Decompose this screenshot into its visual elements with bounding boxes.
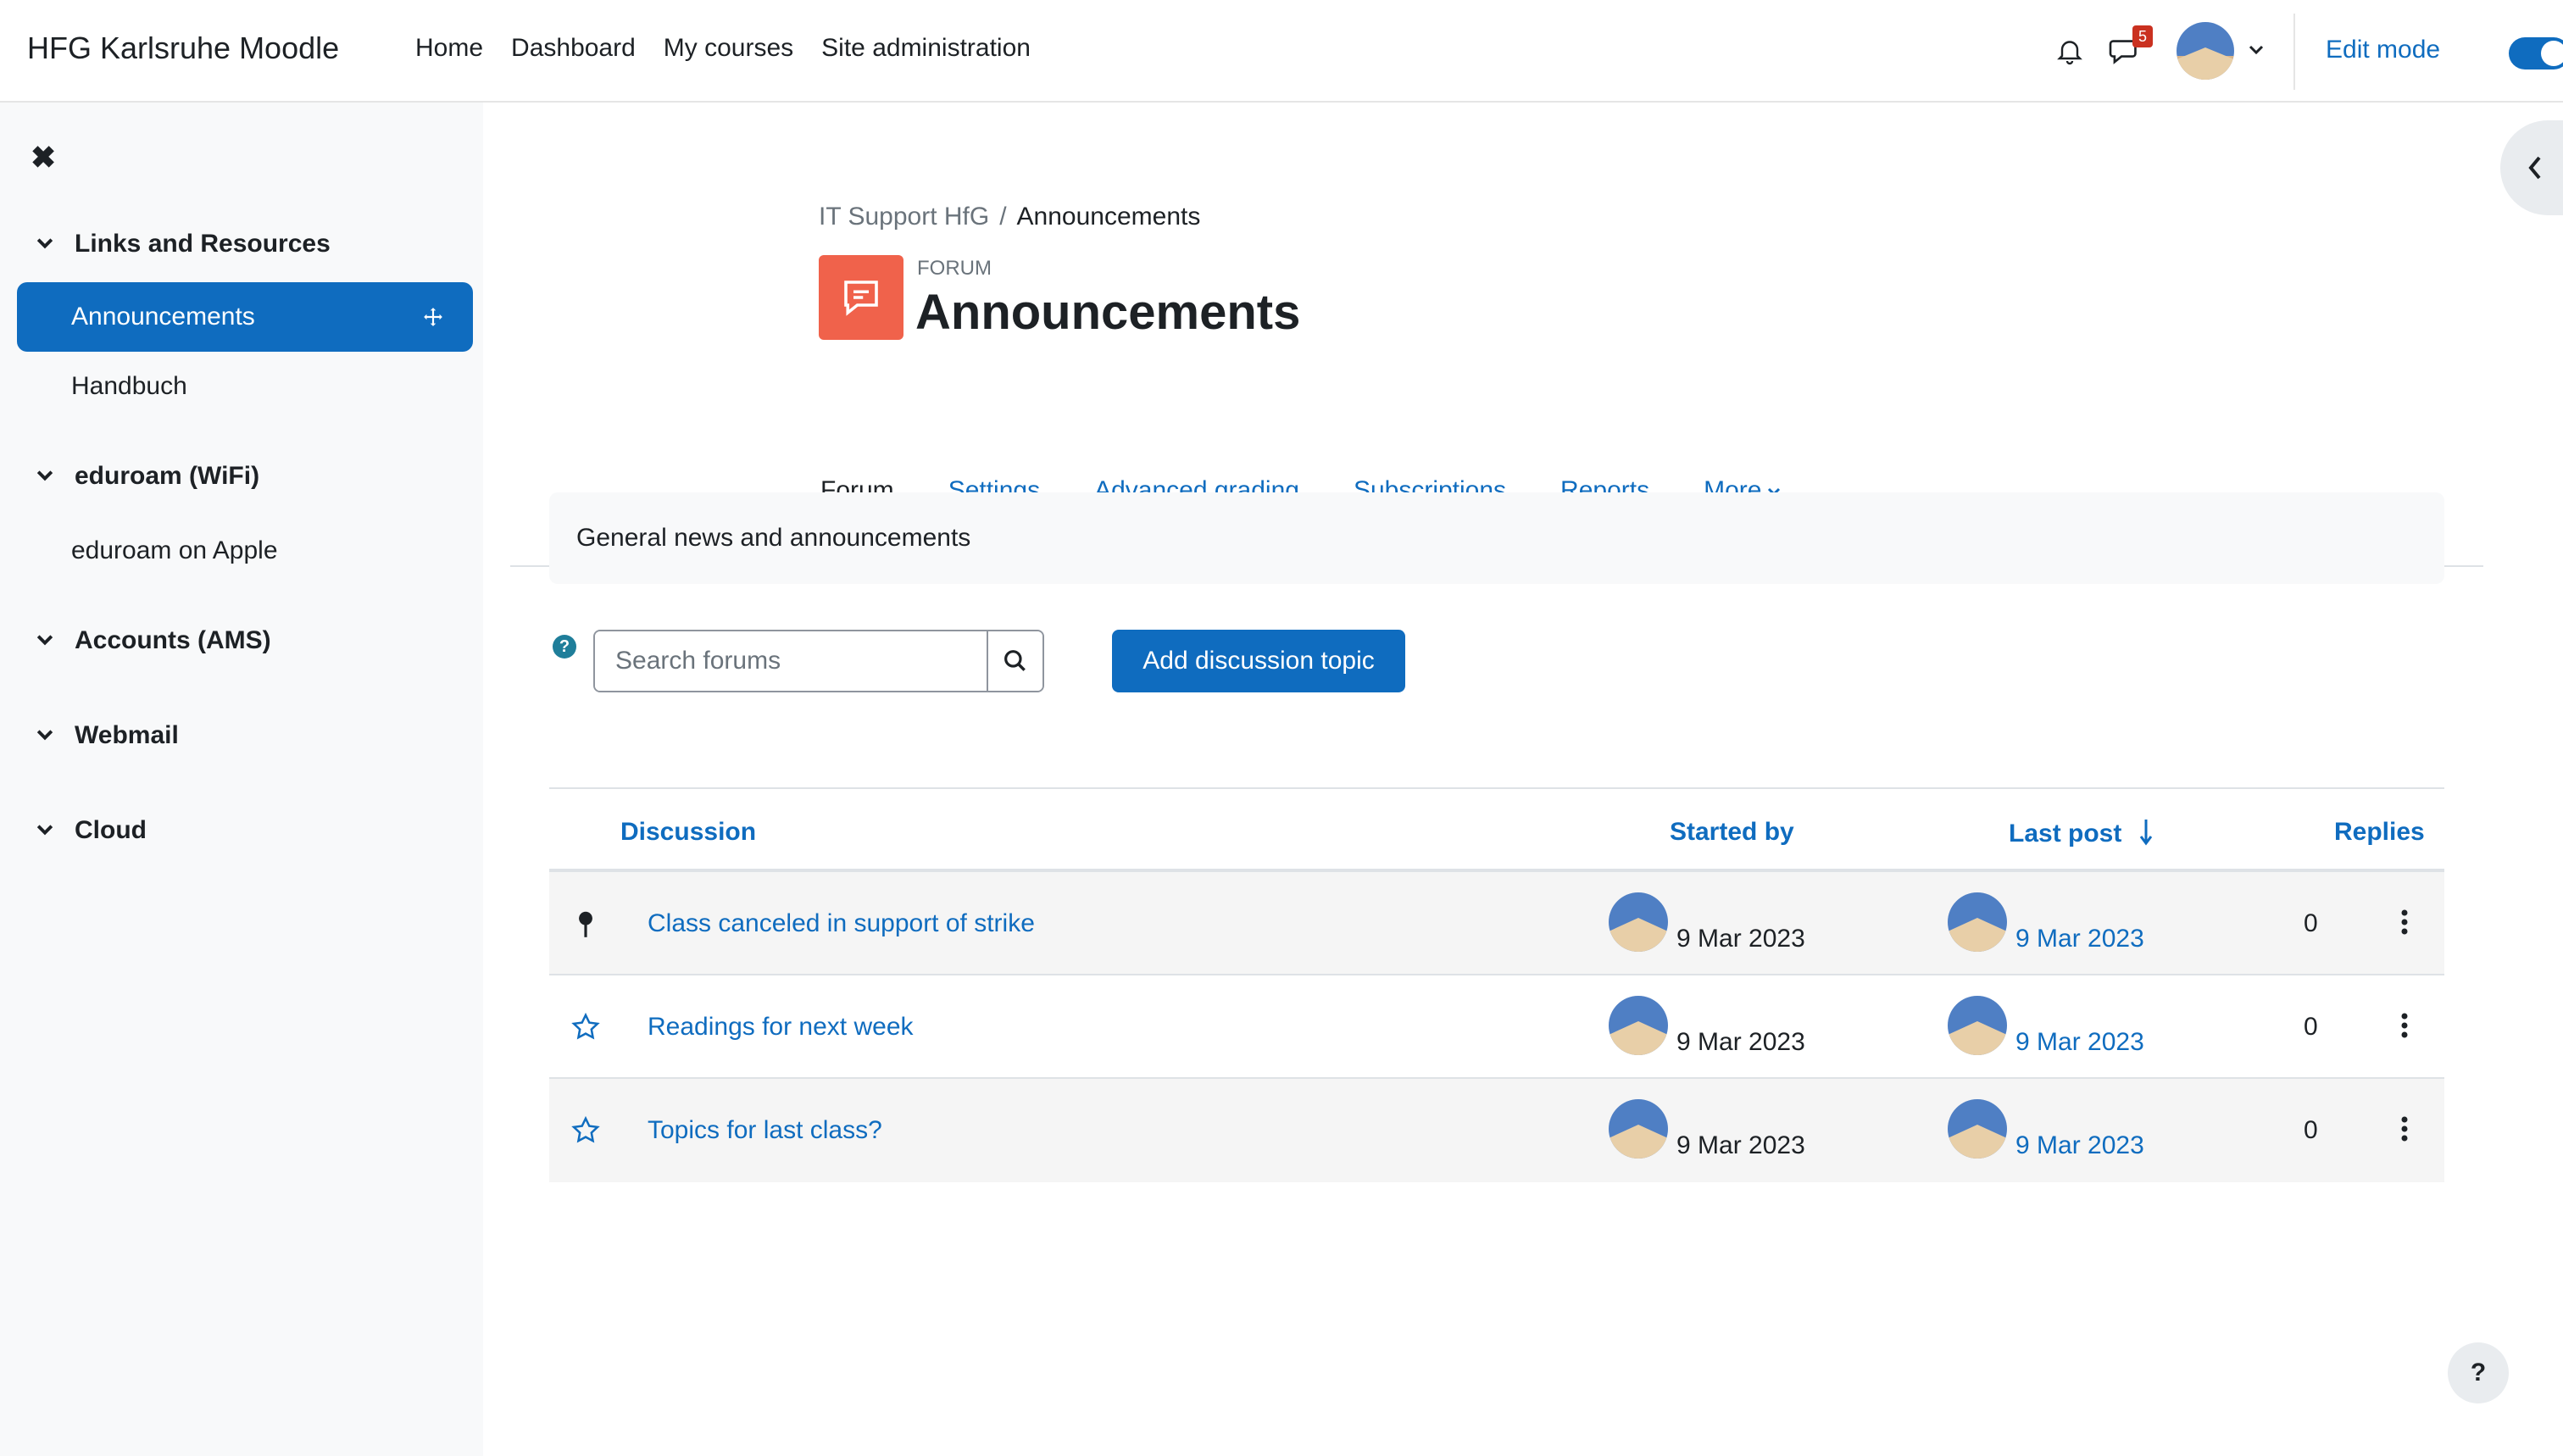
bell-icon[interactable] <box>2054 36 2085 66</box>
discussion-link[interactable]: Topics for last class? <box>648 1116 882 1145</box>
discussion-link[interactable]: Class canceled in support of strike <box>648 909 1035 938</box>
avatar[interactable] <box>1948 892 2007 952</box>
started-date: 9 Mar 2023 <box>1676 1028 1805 1056</box>
section-title: Cloud <box>75 816 147 844</box>
section-accounts[interactable]: Accounts (AMS) <box>34 626 271 655</box>
search-icon <box>1004 650 1026 671</box>
header-replies[interactable]: Replies <box>2334 818 2425 847</box>
drawer-item-announcements[interactable]: Announcements <box>17 282 473 352</box>
section-eduroam[interactable]: eduroam (WiFi) <box>34 462 259 491</box>
edit-mode-label[interactable]: Edit mode <box>2326 36 2440 64</box>
table-row: Topics for last class? 9 Mar 2023 9 Mar … <box>549 1079 2444 1182</box>
section-cloud[interactable]: Cloud <box>34 816 147 845</box>
search-input[interactable] <box>595 631 987 691</box>
avatar[interactable] <box>1609 892 1668 952</box>
section-title: Links and Resources <box>75 230 331 258</box>
header-discussion[interactable]: Discussion <box>620 818 756 847</box>
header-last-post[interactable]: Last post <box>2009 818 2153 848</box>
primary-navigation: Home Dashboard My courses Site administr… <box>415 34 1059 63</box>
sort-arrow-down-icon <box>2139 820 2152 846</box>
search-button[interactable] <box>987 631 1042 691</box>
avatar[interactable] <box>1609 1099 1668 1159</box>
breadcrumb-separator: / <box>999 203 1007 231</box>
last-post-link[interactable]: 9 Mar 2023 <box>2015 925 2144 953</box>
section-title: Accounts (AMS) <box>75 626 271 654</box>
replies-count: 0 <box>2304 909 2318 937</box>
chevron-left-icon <box>2528 156 2541 180</box>
search-box <box>593 630 1044 692</box>
help-footer-button[interactable]: ? <box>2448 1342 2509 1403</box>
replies-count: 0 <box>2304 1116 2318 1144</box>
help-icon[interactable]: ? <box>553 635 576 659</box>
nav-site-administration[interactable]: Site administration <box>821 34 1031 63</box>
started-date: 9 Mar 2023 <box>1676 1131 1805 1159</box>
drawer-item-handbuch[interactable]: Handbuch <box>17 352 473 421</box>
drawer-item-eduroam-on-apple[interactable]: eduroam on Apple <box>17 516 473 586</box>
breadcrumb: IT Support HfG / Announcements <box>819 203 1200 231</box>
chevron-down-icon[interactable] <box>34 233 56 255</box>
breadcrumb-current: Announcements <box>1016 203 1201 231</box>
chevron-down-icon[interactable] <box>34 820 56 842</box>
activity-type-label: FORUM <box>917 257 992 280</box>
section-webmail[interactable]: Webmail <box>34 721 179 750</box>
user-avatar[interactable] <box>2177 22 2234 80</box>
move-icon[interactable] <box>422 306 444 328</box>
discussion-list: Discussion Started by Last post Replies … <box>549 787 2444 1182</box>
header-started-by[interactable]: Started by <box>1670 818 1794 847</box>
chevron-down-icon[interactable] <box>34 725 56 747</box>
chevron-down-icon[interactable] <box>34 630 56 652</box>
divider <box>2293 14 2295 90</box>
table-row: Readings for next week 9 Mar 2023 9 Mar … <box>549 975 2444 1079</box>
replies-count: 0 <box>2304 1013 2318 1041</box>
drawer-item-label: Handbuch <box>71 372 187 400</box>
table-row: Class canceled in support of strike 9 Ma… <box>549 872 2444 975</box>
avatar[interactable] <box>1609 996 1668 1055</box>
forum-activity-icon <box>819 255 903 340</box>
table-header: Discussion Started by Last post Replies <box>549 787 2444 872</box>
star-icon[interactable] <box>570 1114 602 1147</box>
course-index-drawer: ✖ Links and Resources Announcements Hand… <box>0 103 483 1456</box>
site-brand[interactable]: HFG Karlsruhe Moodle <box>27 31 339 66</box>
section-title: eduroam (WiFi) <box>75 462 260 490</box>
close-icon[interactable]: ✖ <box>31 140 56 175</box>
add-discussion-button[interactable]: Add discussion topic <box>1112 630 1405 692</box>
nav-dashboard[interactable]: Dashboard <box>511 34 636 63</box>
last-post-link[interactable]: 9 Mar 2023 <box>2015 1131 2144 1160</box>
breadcrumb-parent[interactable]: IT Support HfG <box>819 203 989 231</box>
more-actions-icon[interactable] <box>2397 1113 2412 1145</box>
drawer-item-label: Announcements <box>71 303 255 331</box>
chevron-down-icon[interactable] <box>34 465 56 487</box>
drawer-item-label: eduroam on Apple <box>71 536 278 564</box>
nav-my-courses[interactable]: My courses <box>664 34 793 63</box>
forum-intro: General news and announcements <box>549 492 2444 584</box>
last-post-link[interactable]: 9 Mar 2023 <box>2015 1028 2144 1057</box>
nav-home[interactable]: Home <box>415 34 483 63</box>
user-menu-area: 5 Edit mode <box>2038 0 2563 103</box>
top-navbar: HFG Karlsruhe Moodle Home Dashboard My c… <box>0 0 2563 103</box>
section-title: Webmail <box>75 721 179 749</box>
header-label: Last post <box>2009 820 2122 847</box>
main-content: IT Support HfG / Announcements FORUM Annou… <box>483 103 2563 1456</box>
section-links-and-resources[interactable]: Links and Resources <box>34 230 331 258</box>
block-drawer-toggle[interactable] <box>2500 120 2563 215</box>
avatar[interactable] <box>1948 1099 2007 1159</box>
pin-icon <box>579 911 592 937</box>
messages-count-badge: 5 <box>2132 25 2153 47</box>
star-icon[interactable] <box>570 1011 602 1043</box>
edit-mode-toggle[interactable] <box>2509 37 2563 69</box>
discussion-link[interactable]: Readings for next week <box>648 1013 914 1042</box>
chevron-down-icon[interactable] <box>2248 44 2265 56</box>
started-date: 9 Mar 2023 <box>1676 925 1805 953</box>
more-actions-icon[interactable] <box>2397 906 2412 938</box>
avatar[interactable] <box>1948 996 2007 1055</box>
more-actions-icon[interactable] <box>2397 1009 2412 1042</box>
page-title: Announcements <box>915 285 1301 340</box>
